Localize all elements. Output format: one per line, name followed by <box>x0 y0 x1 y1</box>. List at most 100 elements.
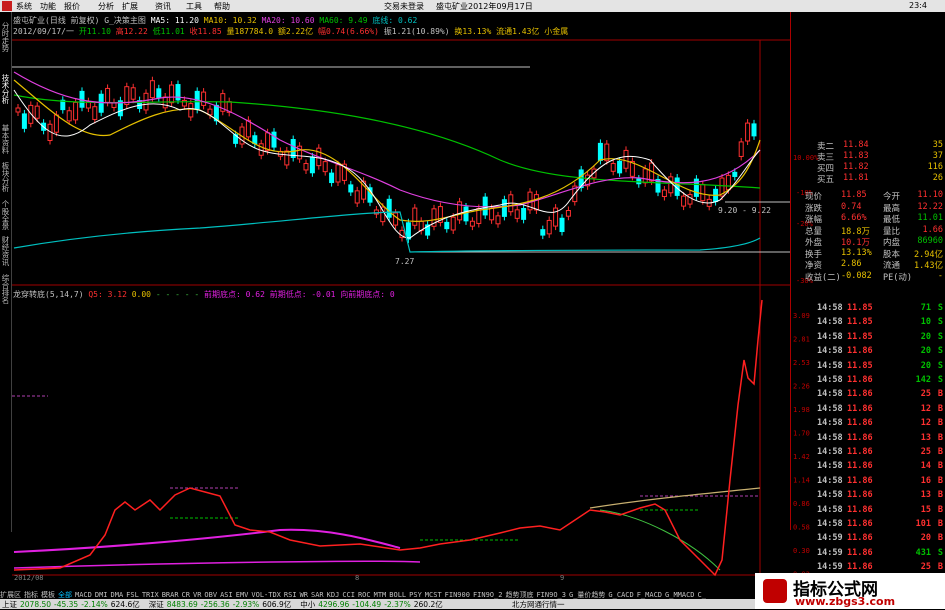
indicator-tab[interactable]: 扩展区 <box>0 591 21 599</box>
candle-body <box>322 161 328 173</box>
indicator-value-3: - - - - - <box>155 290 200 299</box>
indicator-tab[interactable]: KDJ <box>327 591 340 599</box>
indicator-tab[interactable]: 全部 <box>58 591 72 599</box>
indicator-tab[interactable]: 趋势顶底 <box>505 591 533 599</box>
indicator-tab[interactable]: SAR <box>311 591 324 599</box>
trade-time: 14:58 <box>817 461 843 472</box>
stat-label: 总量 <box>805 226 823 237</box>
indicator-header: 龙穿转底(5,14,7) Q5: 3.12 0.00 - - - - - 前期底… <box>13 289 395 300</box>
candle-body <box>149 80 155 99</box>
indicator-red-line <box>13 299 763 577</box>
indicator-tab[interactable]: FIN900 <box>445 591 470 599</box>
stat-value: 13.13% <box>841 247 872 258</box>
candle-body <box>687 194 693 205</box>
indicator-tab[interactable]: MCST <box>425 591 442 599</box>
indicator-tab[interactable]: C_ <box>698 591 706 599</box>
trade-volume: 20 <box>920 331 931 342</box>
indicator-tab[interactable]: 指标 <box>24 591 38 599</box>
trade-price: 11.86 <box>847 562 873 573</box>
candlesticks <box>15 76 757 244</box>
indicator-tab[interactable]: EMV <box>236 591 249 599</box>
indicator-tab[interactable]: DMI <box>95 591 108 599</box>
indicator-prev-bottom: 前期底点: 0.62 <box>204 290 265 299</box>
trade-row: 14:58 11.86 16 B <box>817 476 945 490</box>
candle-body <box>105 87 111 103</box>
indicator-tab[interactable]: 模板 <box>41 591 55 599</box>
stat-value: 11.01 <box>917 213 943 223</box>
trade-volume: 14 <box>920 461 931 472</box>
date-axis-label-2: 8 <box>355 574 359 582</box>
indicator-tab[interactable]: FIN9O_2 <box>473 591 503 599</box>
candle-body <box>329 172 335 184</box>
indicator-tab[interactable]: MTM <box>374 591 387 599</box>
trade-row: 14:58 11.86 13 B <box>817 433 945 447</box>
trade-row: 14:58 11.86 25 B <box>817 389 945 403</box>
indicator-tab[interactable]: DMA <box>111 591 124 599</box>
trade-time: 14:58 <box>817 375 843 385</box>
candle-body <box>143 92 149 111</box>
trade-volume: 16 <box>920 475 931 486</box>
stat-label: 流通 <box>883 261 901 271</box>
index-quote[interactable]: 上证 2078.50 -45.35 -2.14% 624.6亿 <box>2 600 143 609</box>
candle-body <box>642 168 648 184</box>
candle-body <box>661 189 667 198</box>
candle-body <box>597 142 603 161</box>
indicator-value-2: 0.00 <box>131 290 151 299</box>
indicator-tab[interactable]: G_量价趋势 <box>569 591 605 599</box>
indicator-tab[interactable]: ROC <box>358 591 371 599</box>
indicator-tab[interactable]: VOL-TDX <box>251 591 281 599</box>
candle-body <box>34 105 40 119</box>
candle-body <box>130 87 136 100</box>
candle-body <box>745 122 751 142</box>
candle-body <box>53 114 59 133</box>
trade-side: B <box>937 504 943 515</box>
indicator-tab[interactable]: BOLL <box>389 591 406 599</box>
trade-time: 14:59 <box>817 562 843 573</box>
indicator-tab[interactable]: MACD <box>75 591 92 599</box>
indicator-name[interactable]: 龙穿转底(5,14,7) <box>13 290 84 299</box>
stat-label: 现价 <box>805 192 823 202</box>
indicator-axis-label: 0.30 <box>793 547 810 555</box>
candle-body <box>98 93 104 113</box>
indicator-tab[interactable]: TRIX <box>142 591 159 599</box>
candle-body <box>405 222 411 240</box>
candle-body <box>303 163 309 171</box>
trade-row: 14:59 11.86 431 S <box>817 548 945 562</box>
trade-side: B <box>937 447 943 457</box>
stat-label: PE(动) <box>883 272 912 283</box>
candle-body <box>732 171 738 177</box>
index-quote[interactable]: 中小 4296.96 -104.49 -2.37% 260.2亿 <box>300 600 446 609</box>
candle-body <box>156 88 162 98</box>
indicator-tab[interactable]: G_CACD <box>608 591 633 599</box>
quote-stat-row: 净资 2.86 流通 1.43亿 <box>805 259 945 271</box>
indicator-tab[interactable]: FIN9O_3 <box>536 591 566 599</box>
indicator-tab[interactable]: CR <box>182 591 190 599</box>
trade-row: 14:58 11.86 12 B <box>817 418 945 432</box>
candle-body <box>559 217 565 233</box>
candle-body <box>501 199 507 217</box>
indicator-tab[interactable]: G_MMACD <box>665 591 695 599</box>
indicator-tab[interactable]: ASI <box>220 591 233 599</box>
candle-body <box>469 220 475 227</box>
indicator-tab[interactable]: RSI <box>284 591 297 599</box>
indicator-tab[interactable]: BRAR <box>162 591 179 599</box>
candle-body <box>751 123 757 137</box>
indicator-tab[interactable]: FSL <box>126 591 139 599</box>
indicator-tab[interactable]: VR <box>193 591 201 599</box>
stat-label: 涨跌 <box>805 203 823 214</box>
stat-label: 换手 <box>805 249 823 260</box>
indicator-magenta-line <box>13 528 401 553</box>
indicator-tab[interactable]: PSY <box>409 591 422 599</box>
trade-volume: 15 <box>920 504 931 515</box>
candle-body <box>444 221 450 230</box>
indicator-tab[interactable]: OBV <box>204 591 217 599</box>
index-amt: 606.9亿 <box>262 600 292 609</box>
candle-body <box>604 143 610 162</box>
stat-value: 2.94亿 <box>914 249 943 260</box>
candle-body <box>725 174 731 191</box>
index-quote[interactable]: 深证 8483.69 -256.36 -2.93% 606.9亿 <box>149 600 295 609</box>
indicator-tab[interactable]: CCI <box>342 591 355 599</box>
indicator-tab[interactable]: F_MACD <box>637 591 662 599</box>
candle-body <box>546 219 552 235</box>
indicator-tab[interactable]: WR <box>300 591 308 599</box>
